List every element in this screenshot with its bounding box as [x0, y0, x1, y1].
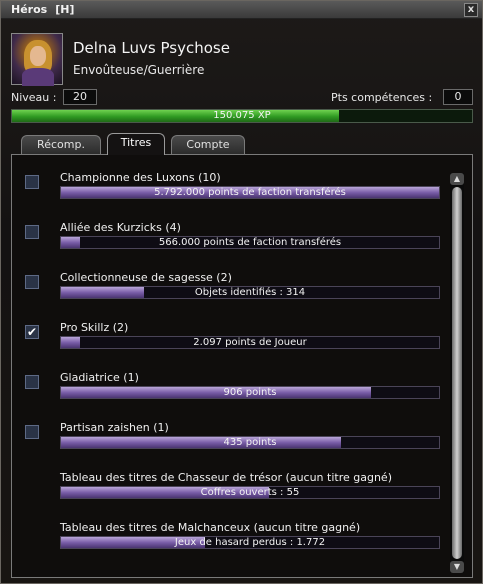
title-name: Tableau des titres de Chasseur de trésor…	[60, 471, 392, 484]
title-progress-bar: Objets identifiés : 314	[60, 286, 440, 299]
title-progress-bar: 5.792.000 points de faction transférés	[60, 186, 440, 199]
title-row: Championne des Luxons (10) 5.792.000 poin…	[12, 167, 452, 217]
title-row: Tableau des titres de Malchanceux (aucun…	[12, 517, 452, 567]
title-progress-bar: 906 points	[60, 386, 440, 399]
title-name: Championne des Luxons (10)	[60, 171, 221, 184]
title-name: Gladiatrice (1)	[60, 371, 139, 384]
title-progress-bar: 435 points	[60, 436, 440, 449]
window-title: Héros	[11, 3, 48, 16]
title-progress-bar: 2.097 points de Joueur	[60, 336, 440, 349]
title-row: Alliée des Kurzicks (4) 566.000 points de…	[12, 217, 452, 267]
title-checkbox[interactable]: ✔	[25, 325, 39, 339]
title-progress-bar: Jeux de hasard perdus : 1.772	[60, 536, 440, 549]
title-checkbox[interactable]	[25, 425, 39, 439]
title-name: Partisan zaishen (1)	[60, 421, 169, 434]
close-button[interactable]: x	[464, 3, 478, 17]
title-progress-text: 435 points	[223, 437, 277, 448]
scrollbar[interactable]: ▲ ▼	[450, 173, 464, 573]
character-class: Envoûteuse/Guerrière	[73, 63, 205, 77]
skill-points-value: 0	[443, 89, 473, 105]
hero-window: Héros [H] x Delna Luvs Psychose Envoûteu…	[0, 0, 483, 584]
portrait-face	[30, 46, 46, 66]
skill-points-label: Pts compétences :	[331, 91, 433, 104]
title-row: Tableau des titres de Chasseur de trésor…	[12, 467, 452, 517]
title-progress-bar: Coffres ouverts : 55	[60, 486, 440, 499]
title-row: Gladiatrice (1) 906 points	[12, 367, 452, 417]
tab-titres[interactable]: Titres	[107, 133, 165, 155]
title-checkbox[interactable]	[25, 175, 39, 189]
title-name: Tableau des titres de Malchanceux (aucun…	[60, 521, 361, 534]
tab-recompenses[interactable]: Récomp.	[21, 135, 101, 155]
title-row: Partisan zaishen (1) 435 points	[12, 417, 452, 467]
title-progress-text: Objets identifiés : 314	[194, 287, 306, 298]
title-name: Collectionneuse de sagesse (2)	[60, 271, 232, 284]
title-progress-text: Jeux de hasard perdus : 1.772	[174, 537, 326, 548]
portrait-body	[22, 68, 54, 86]
title-name: Pro Skillz (2)	[60, 321, 129, 334]
tab-compte[interactable]: Compte	[171, 135, 245, 155]
title-checkbox[interactable]	[25, 225, 39, 239]
window-hotkey: [H]	[55, 3, 75, 16]
title-progress-text: Coffres ouverts : 55	[200, 487, 300, 498]
character-name: Delna Luvs Psychose	[73, 39, 230, 57]
scroll-down-arrow-icon[interactable]: ▼	[450, 561, 464, 573]
title-progress-bar: 566.000 points de faction transférés	[60, 236, 440, 249]
xp-text: 150.075 XP	[213, 110, 271, 121]
title-checkbox[interactable]	[25, 375, 39, 389]
character-portrait	[11, 33, 63, 86]
title-row: ✔ Pro Skillz (2) 2.097 points de Joueur	[12, 317, 452, 367]
title-name: Alliée des Kurzicks (4)	[60, 221, 181, 234]
level-value: 20	[63, 89, 97, 105]
xp-bar: 150.075 XP	[11, 109, 473, 123]
title-progress-text: 2.097 points de Joueur	[193, 337, 307, 348]
title-progress-text: 906 points	[223, 387, 277, 398]
title-progress-text: 566.000 points de faction transférés	[158, 237, 342, 248]
title-row: Collectionneuse de sagesse (2) Objets ide…	[12, 267, 452, 317]
scroll-up-arrow-icon[interactable]: ▲	[450, 173, 464, 185]
titles-panel: Championne des Luxons (10) 5.792.000 poin…	[11, 154, 473, 578]
title-progress-text: 5.792.000 points de faction transférés	[154, 187, 346, 198]
title-checkbox[interactable]	[25, 275, 39, 289]
scroll-thumb[interactable]	[452, 187, 462, 559]
window-titlebar[interactable]: Héros [H]	[1, 1, 482, 19]
level-label: Niveau :	[11, 91, 57, 104]
